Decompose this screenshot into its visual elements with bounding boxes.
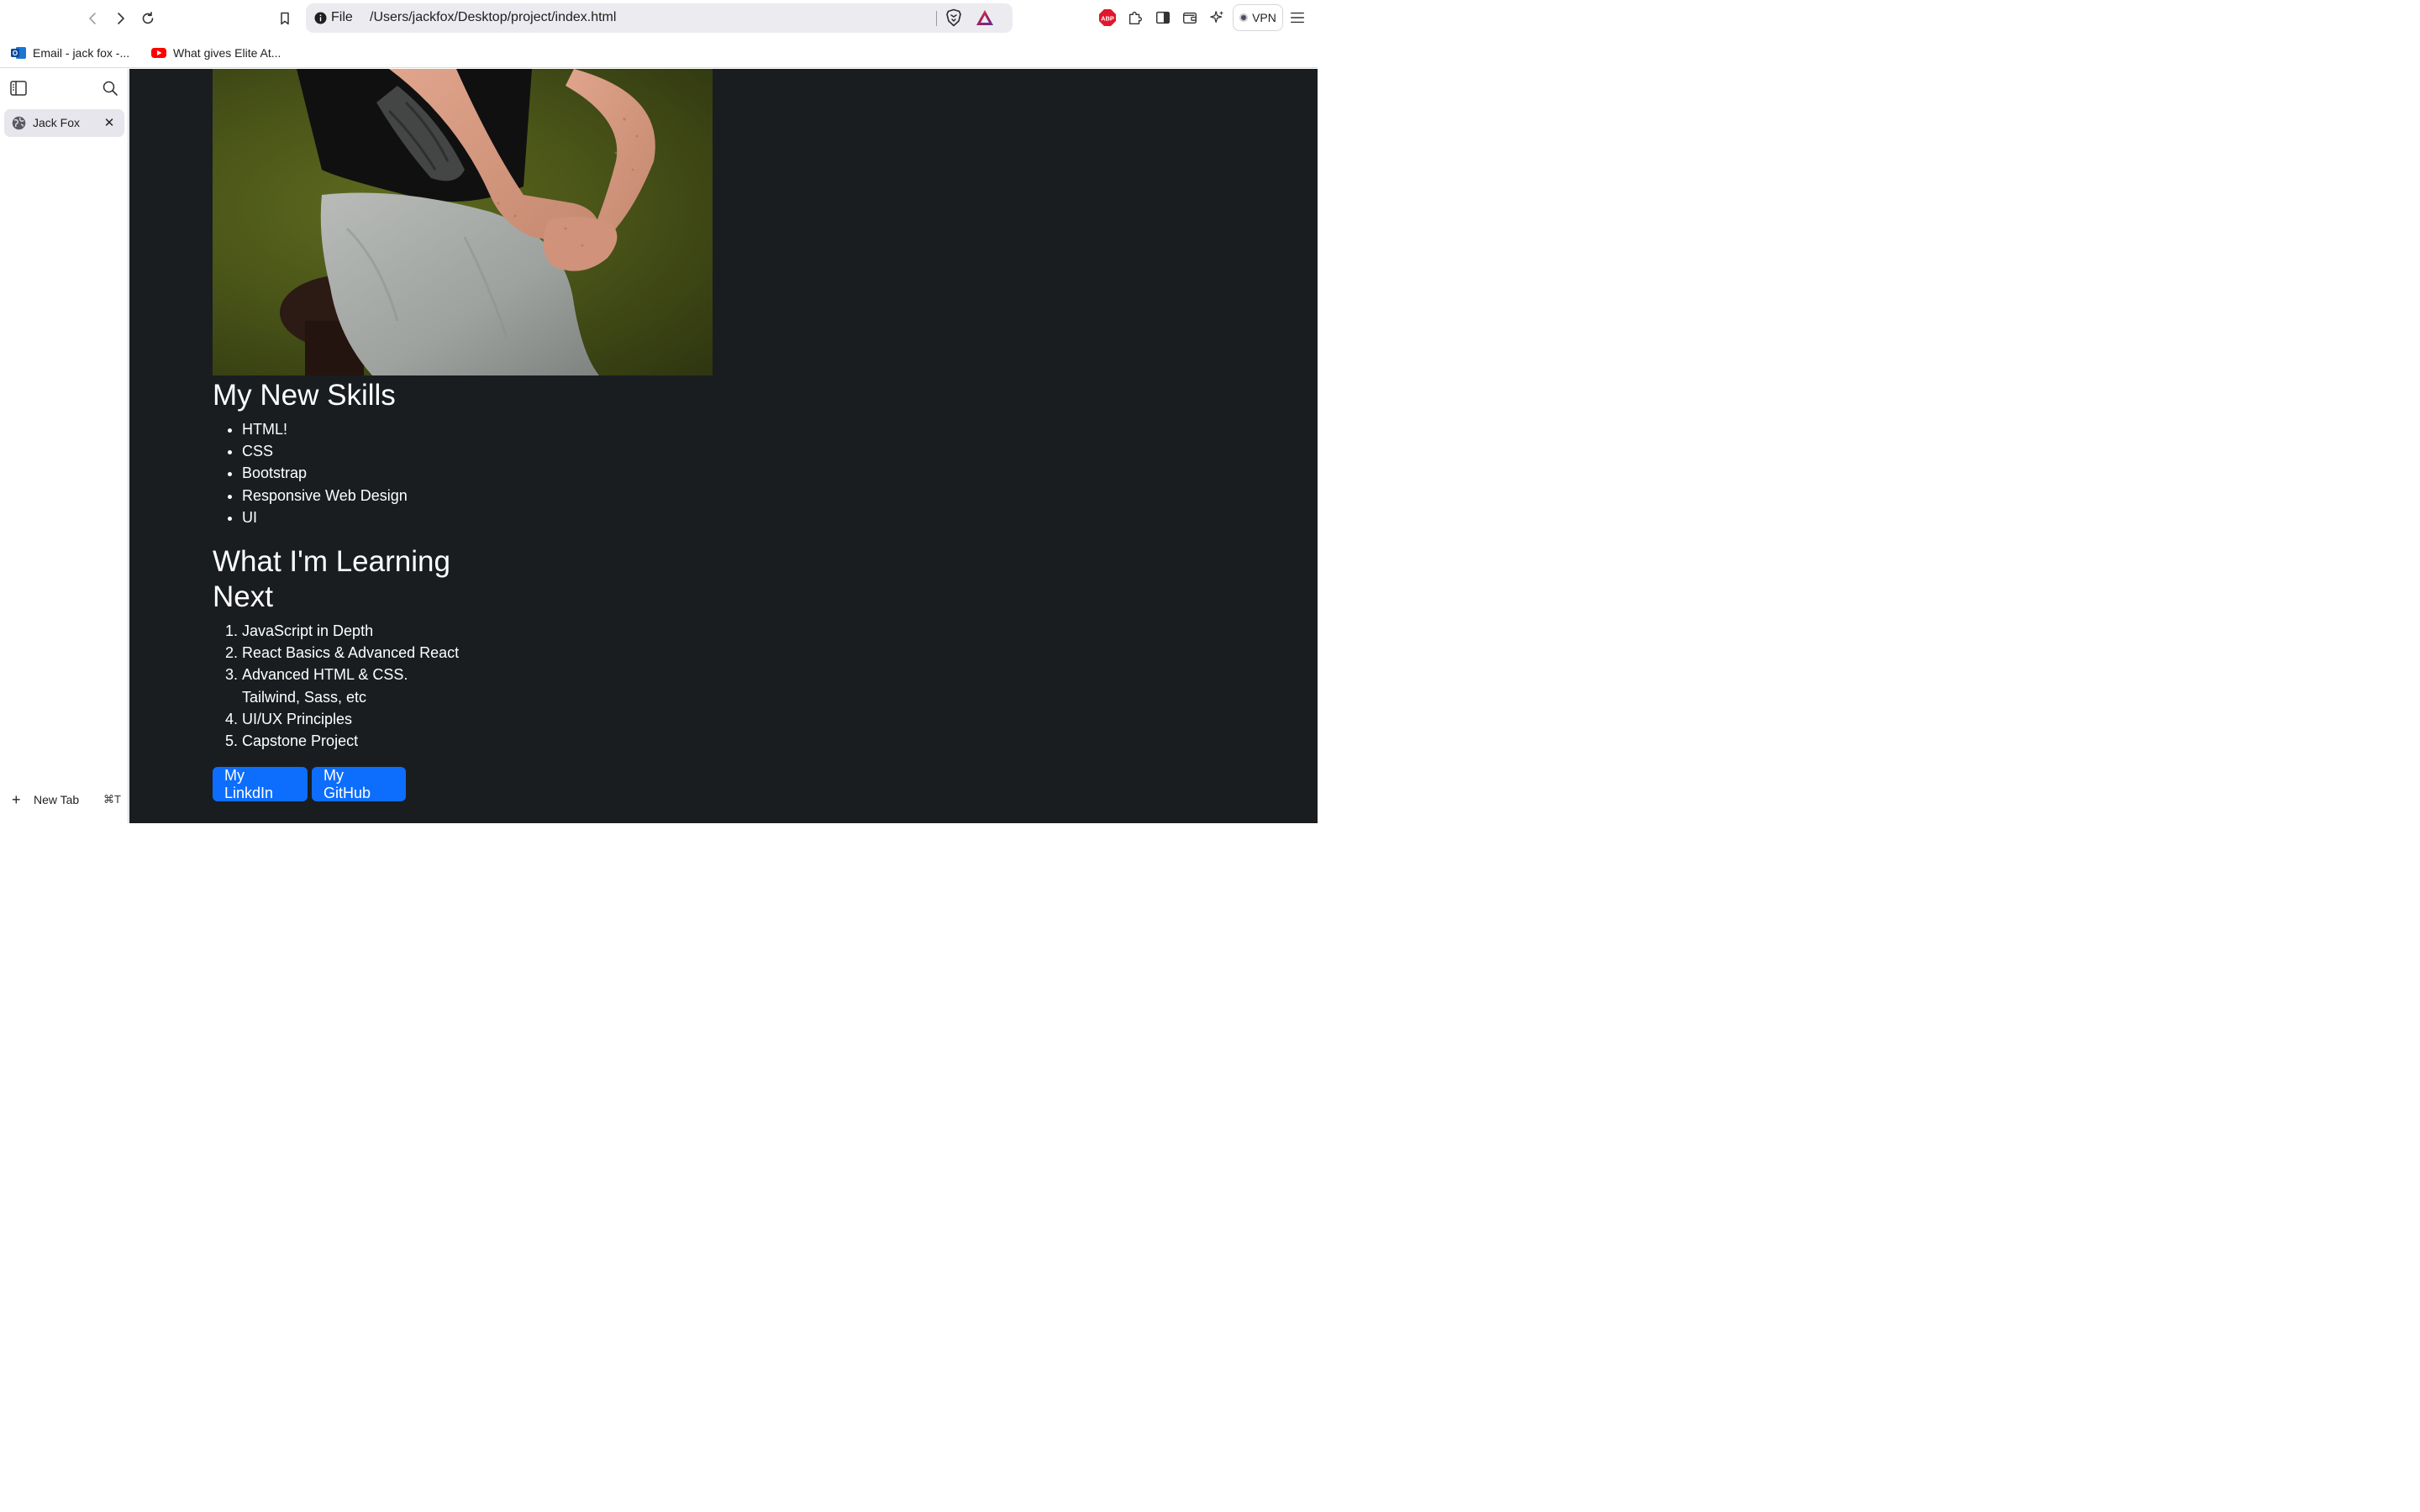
reload-icon bbox=[142, 11, 154, 24]
list-item: Advanced HTML & CSS. Tailwind, Sass, etc bbox=[242, 664, 418, 707]
leo-ai-icon[interactable] bbox=[1208, 8, 1227, 27]
list-item: React Basics & Advanced React bbox=[242, 642, 494, 664]
chevron-right-icon bbox=[118, 13, 124, 24]
bookmark-label: Email - jack fox -... bbox=[32, 45, 130, 60]
list-item: UI/UX Principles bbox=[242, 708, 494, 730]
github-button[interactable]: My GitHub bbox=[311, 766, 406, 801]
vertical-tab-strip: Jack Fox ✕ + New Tab ⌘T bbox=[0, 68, 129, 823]
list-item: Capstone Project bbox=[242, 730, 494, 752]
linkedin-button[interactable]: My LinkdIn bbox=[212, 766, 308, 801]
url-scheme-label: File bbox=[330, 9, 353, 24]
new-tab-button[interactable]: + New Tab ⌘T bbox=[12, 791, 121, 808]
web-page-viewport[interactable]: My New Skills HTML! CSS Bootstrap Respon… bbox=[129, 68, 1318, 823]
bookmarks-bar: O Email - jack fox -... What gives Elite… bbox=[0, 36, 1318, 68]
skills-list: HTML! CSS Bootstrap Responsive Web Desig… bbox=[242, 418, 408, 528]
globe-icon bbox=[12, 116, 26, 130]
adblock-icon[interactable]: ABP bbox=[1098, 8, 1117, 27]
tab-jack-fox[interactable]: Jack Fox ✕ bbox=[3, 108, 124, 137]
plus-icon: + bbox=[11, 790, 21, 808]
learning-heading: What I'm Learning Next bbox=[212, 544, 450, 613]
browser-toolbar: File /Users/jackfox/Desktop/project/inde… bbox=[0, 0, 1318, 37]
list-item: HTML! bbox=[242, 418, 408, 440]
bookmark-email[interactable]: O Email - jack fox -... bbox=[10, 45, 130, 61]
sidebar-toggle-icon[interactable] bbox=[1154, 8, 1172, 27]
skills-heading: My New Skills bbox=[212, 378, 396, 412]
forward-button[interactable] bbox=[108, 7, 132, 30]
vpn-label: VPN bbox=[1252, 10, 1276, 24]
bookmark-youtube[interactable]: What gives Elite At... bbox=[150, 45, 281, 61]
close-icon[interactable]: ✕ bbox=[102, 115, 117, 130]
profile-photo bbox=[212, 68, 713, 375]
learning-list: JavaScript in Depth React Basics & Advan… bbox=[242, 620, 494, 752]
url-text[interactable]: /Users/jackfox/Desktop/project/index.htm… bbox=[370, 10, 616, 25]
tab-title: Jack Fox bbox=[32, 115, 81, 129]
vpn-button[interactable]: VPN bbox=[1232, 3, 1283, 31]
new-tab-label: New Tab bbox=[33, 792, 80, 806]
menu-icon[interactable] bbox=[1288, 8, 1307, 27]
svg-text:ABP: ABP bbox=[1101, 14, 1114, 22]
info-icon[interactable] bbox=[314, 12, 327, 24]
reload-button[interactable] bbox=[136, 7, 160, 30]
puzzle-icon[interactable] bbox=[1126, 8, 1144, 27]
youtube-icon bbox=[150, 47, 166, 58]
chevron-left-icon bbox=[89, 13, 96, 24]
new-tab-shortcut: ⌘T bbox=[103, 792, 121, 806]
wallet-icon[interactable] bbox=[1181, 8, 1199, 27]
brave-shields-icon[interactable] bbox=[944, 8, 963, 27]
svg-text:O: O bbox=[13, 50, 18, 57]
outlook-icon: O bbox=[10, 46, 26, 59]
search-icon[interactable] bbox=[101, 79, 119, 97]
brave-rewards-icon[interactable] bbox=[976, 9, 994, 26]
bookmark-label: What gives Elite At... bbox=[172, 45, 281, 60]
list-item: Responsive Web Design bbox=[242, 485, 408, 507]
sidebar-panel-icon[interactable] bbox=[9, 79, 28, 97]
list-item: Bootstrap bbox=[242, 462, 408, 484]
back-button[interactable] bbox=[82, 7, 105, 30]
list-item: CSS bbox=[242, 440, 408, 462]
list-item: JavaScript in Depth bbox=[242, 620, 494, 642]
address-divider bbox=[935, 10, 937, 26]
bookmark-button[interactable] bbox=[273, 7, 297, 30]
vpn-status-icon bbox=[1239, 13, 1249, 22]
address-bar[interactable]: File /Users/jackfox/Desktop/project/inde… bbox=[305, 3, 1013, 33]
list-item: UI bbox=[242, 507, 408, 528]
bookmark-icon bbox=[281, 12, 289, 25]
